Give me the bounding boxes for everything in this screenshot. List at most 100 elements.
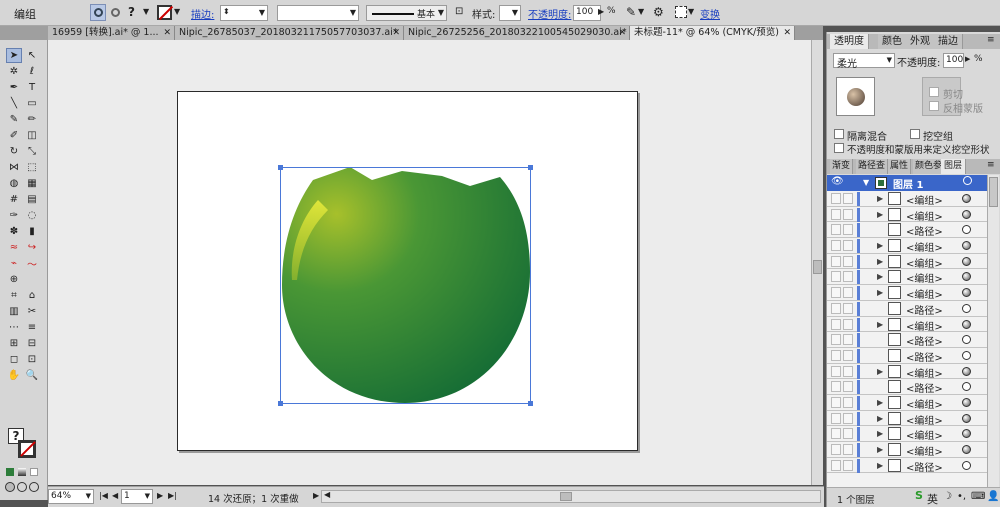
tab-color[interactable]: 颜色 [878,34,907,49]
layer-row[interactable]: ▶ <编组> [827,363,987,380]
free-transform-tool-icon[interactable]: ⬚ [24,160,40,175]
user-icon[interactable]: 👤 [987,491,999,502]
brush-dropdown[interactable]: 基本 ▼ [366,5,447,21]
stroke-weight-field[interactable]: ⬍ ▼ [220,5,268,21]
visibility-toggle[interactable] [831,381,841,393]
perspective-tool-icon[interactable]: ▦ [24,176,40,191]
target-icon[interactable] [962,335,971,345]
chevron-right-icon[interactable]: ▶ [965,55,970,63]
layer-row[interactable]: ▶ <编组> [827,410,987,427]
direct-selection-tool-icon[interactable]: ↖ [24,48,40,63]
lasso-tool-icon[interactable]: ℓ [24,64,40,79]
lock-toggle[interactable] [843,193,853,204]
rotate-tool-icon[interactable]: ↻ [6,144,22,159]
doc-tab[interactable]: Nipic_26725256_20180322100545029030.ai* ✕ [404,26,630,40]
horizontal-scrollbar[interactable]: ◀ [321,490,821,503]
close-icon[interactable]: ✕ [392,26,400,40]
scroll-thumb[interactable] [989,177,998,207]
visibility-toggle[interactable] [831,208,841,220]
envelope-tool-icon[interactable]: ⌗ [6,288,22,303]
expand-icon[interactable]: ▶ [877,272,883,281]
visibility-toggle[interactable] [831,255,841,267]
gradient-mode-icon[interactable] [18,468,26,476]
last-artboard-icon[interactable]: ▶| [168,491,177,500]
expand-icon[interactable]: ▼ [863,178,869,187]
target-icon[interactable] [962,288,971,298]
lock-toggle[interactable] [843,396,853,408]
target-icon[interactable] [962,460,971,470]
visibility-toggle[interactable] [831,287,841,299]
lock-toggle[interactable] [843,334,853,346]
layer-row[interactable]: ▶ <编组> [827,426,987,442]
layer-row[interactable]: ▶ <编组> [827,269,987,285]
doc-tab[interactable]: 16959 [转换].ai* @ 1... ✕ [48,26,175,40]
layer-row[interactable]: ▶ <路径> [827,457,987,474]
layer-row[interactable]: ▶ <编组> [827,253,987,270]
mesh-tool-icon[interactable]: # [6,192,22,207]
close-icon[interactable]: ✕ [618,26,626,40]
layer-1-row[interactable]: 👁 ▼ 图层 1 [827,175,987,191]
artboard-tool-icon[interactable]: ◻ [6,352,22,367]
visibility-toggle[interactable] [831,459,841,471]
align-icon[interactable] [675,6,687,18]
scroll-thumb[interactable] [813,260,822,274]
zoom-tool-icon[interactable]: 🔍 [24,368,40,383]
tab-pathfinder[interactable]: 路径查 [856,159,889,174]
moon-icon[interactable]: ☽ [943,491,952,502]
panel-menu-icon[interactable]: ≡ [987,160,995,170]
gradient-tool-icon[interactable]: ▤ [24,192,40,207]
slice-tool-icon[interactable]: ✂ [24,304,40,319]
isolate-icon[interactable] [90,4,106,21]
prev-artboard-icon[interactable]: ◀ [112,491,118,500]
pen-tool-icon[interactable]: ✒ [6,80,22,95]
chevron-down-icon[interactable]: ▼ [143,7,149,16]
stroke-label[interactable]: 描边: [191,6,214,21]
target-icon[interactable] [962,241,971,251]
chevron-down-icon[interactable]: ▼ [688,7,694,16]
scroll-thumb[interactable] [560,492,572,501]
ime-language[interactable]: 英 [927,491,938,507]
lock-toggle[interactable] [843,255,853,267]
panel-menu-icon[interactable]: ≡ [987,35,995,45]
target-icon[interactable] [962,413,971,423]
layer-row[interactable]: <路径> [827,379,987,395]
scale-tool-icon[interactable]: ⤡ [24,144,40,159]
live-paint-select-tool-icon[interactable]: ⊟ [24,336,40,351]
visibility-toggle[interactable] [831,302,841,314]
layers-scrollbar[interactable] [987,175,999,487]
lock-toggle[interactable] [843,302,853,314]
tab-attributes[interactable]: 属性 [888,159,912,174]
target-icon[interactable] [962,303,971,313]
layer-row[interactable]: ▶ <编组> [827,191,987,207]
warp-tool-icon[interactable]: ≈ [6,240,22,255]
target-icon[interactable] [962,366,971,376]
symbol-sprayer-tool-icon[interactable]: ✽ [6,224,22,239]
layer-row[interactable]: ▶ <编组> [827,394,987,411]
stroke-swatch-icon[interactable] [157,5,174,21]
none-mode-icon[interactable] [30,468,38,476]
lock-toggle[interactable] [843,365,853,377]
live-paint-tool-icon[interactable]: ⊞ [6,336,22,351]
opacity-field[interactable]: 100 [573,5,601,21]
slice-select-tool-icon[interactable]: ⊡ [24,352,40,367]
layer-row[interactable]: ▶ <编组> [827,238,987,254]
lock-toggle[interactable] [843,240,853,252]
next-artboard-icon[interactable]: ▶ [157,491,163,500]
target-icon[interactable] [962,445,971,454]
target-icon[interactable] [962,319,971,329]
expand-icon[interactable]: ▶ [877,429,883,438]
rectangle-tool-icon[interactable]: ▭ [24,96,40,111]
blob-brush-tool-icon[interactable]: ✐ [6,128,22,143]
tab-transparency[interactable]: 透明度 [830,34,869,49]
visibility-toggle[interactable] [831,444,841,455]
layer-row[interactable]: ▶ <编组> [827,442,987,458]
tab-appearance[interactable]: 外观 [906,34,935,49]
expand-icon[interactable]: ▶ [877,257,883,266]
lock-toggle[interactable] [843,224,853,236]
lock-toggle[interactable] [843,428,853,440]
status-menu-icon[interactable]: ▶ [313,491,319,500]
graph-tool-icon[interactable]: ▮ [24,224,40,239]
expand-icon[interactable]: ▶ [877,398,883,407]
opacity-label[interactable]: 不透明度: [528,6,571,21]
expand-icon[interactable]: ▶ [877,194,883,203]
